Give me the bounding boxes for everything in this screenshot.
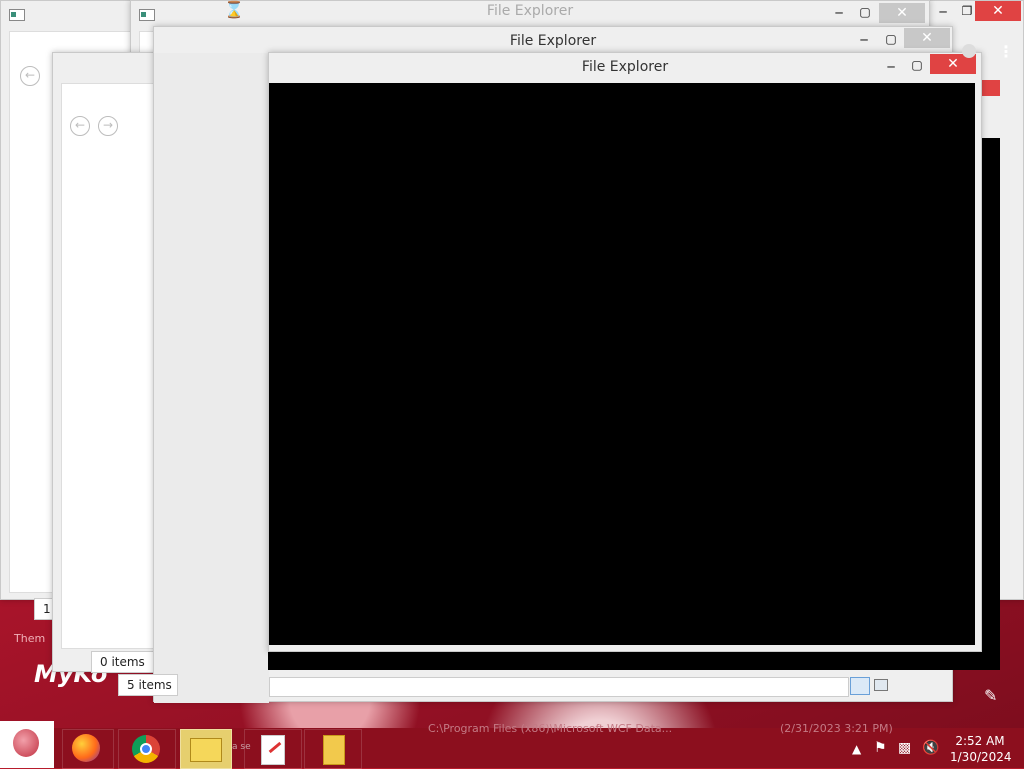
large-icons-view-icon[interactable] <box>874 679 888 691</box>
chrome-icon <box>132 735 160 763</box>
minimize-button[interactable]: ─ <box>825 4 853 22</box>
maximize-button[interactable]: ▢ <box>851 3 879 21</box>
clock-time: 2:52 AM <box>955 734 1005 748</box>
app-icon <box>9 9 25 21</box>
close-button[interactable]: ✕ <box>879 3 925 23</box>
window-front[interactable]: File Explorer ─ ▢ ✕ <box>268 52 982 652</box>
taskbar-folder[interactable] <box>304 729 362 769</box>
details-view-icon[interactable] <box>850 677 870 695</box>
start-orb-icon <box>13 729 39 757</box>
content-area <box>269 83 975 645</box>
taskbar-chrome[interactable] <box>118 729 176 769</box>
back-arrow-icon[interactable]: ← <box>70 116 90 136</box>
desktop-faint-label: Them <box>14 632 46 645</box>
close-button[interactable]: ✕ <box>904 28 950 48</box>
network-icon[interactable]: ▩ <box>898 740 911 756</box>
back-arrow-icon[interactable]: ← <box>20 66 40 86</box>
window-title: File Explorer <box>581 59 669 75</box>
taskbar-paint[interactable] <box>244 729 302 769</box>
file-explorer-icon <box>190 738 222 762</box>
maximize-button[interactable]: ▢ <box>877 30 905 48</box>
minimize-button[interactable]: ─ <box>877 58 905 76</box>
clock[interactable]: 2:52 AM 1/30/2024 <box>950 733 1012 765</box>
taskbar-background-text: C:\Program Files (x86)\Microsoft WCF Dat… <box>428 722 673 735</box>
folder-icon <box>323 735 345 765</box>
status-bar: 5 items <box>118 674 178 696</box>
volume-muted-icon[interactable]: 🔇 <box>922 740 939 756</box>
busy-cursor-icon: ⌛ <box>224 0 244 19</box>
paint-icon <box>261 735 285 765</box>
menu-dots-icon[interactable]: ⋮ <box>998 42 1014 61</box>
taskbar-background-date: (2/31/2023 3:21 PM) <box>780 722 893 735</box>
window-title: File Explorer <box>509 33 597 49</box>
user-icon <box>962 44 976 58</box>
taskbar-firefox[interactable] <box>62 729 114 769</box>
start-button[interactable] <box>0 721 54 768</box>
maximize-button[interactable]: ▢ <box>903 56 931 74</box>
taskbar-file-explorer[interactable] <box>180 729 232 769</box>
close-button[interactable]: ✕ <box>975 1 1021 21</box>
navigation-pane <box>154 53 269 703</box>
clock-date: 1/30/2024 <box>950 750 1012 764</box>
action-center-flag-icon[interactable]: ⚑ <box>874 740 887 756</box>
show-hidden-icons-icon[interactable]: ▲ <box>852 742 861 756</box>
pen-icon[interactable]: ✎ <box>984 686 997 705</box>
window-title: File Explorer <box>486 3 574 19</box>
firefox-icon <box>72 734 100 762</box>
minimize-button[interactable]: ─ <box>850 31 878 49</box>
forward-arrow-icon[interactable]: → <box>98 116 118 136</box>
status-area <box>269 677 849 697</box>
